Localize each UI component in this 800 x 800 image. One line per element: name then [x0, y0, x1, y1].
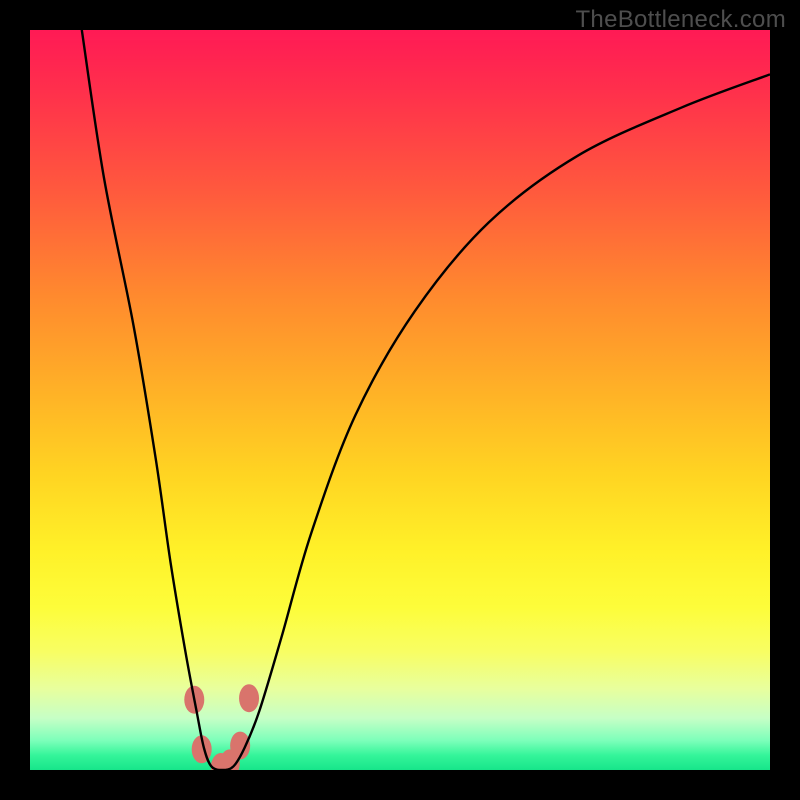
curve-marker	[239, 684, 259, 712]
marker-group	[184, 684, 259, 770]
outer-frame: TheBottleneck.com	[0, 0, 800, 800]
bottleneck-curve	[82, 30, 770, 770]
plot-area	[30, 30, 770, 770]
curve-layer	[30, 30, 770, 770]
